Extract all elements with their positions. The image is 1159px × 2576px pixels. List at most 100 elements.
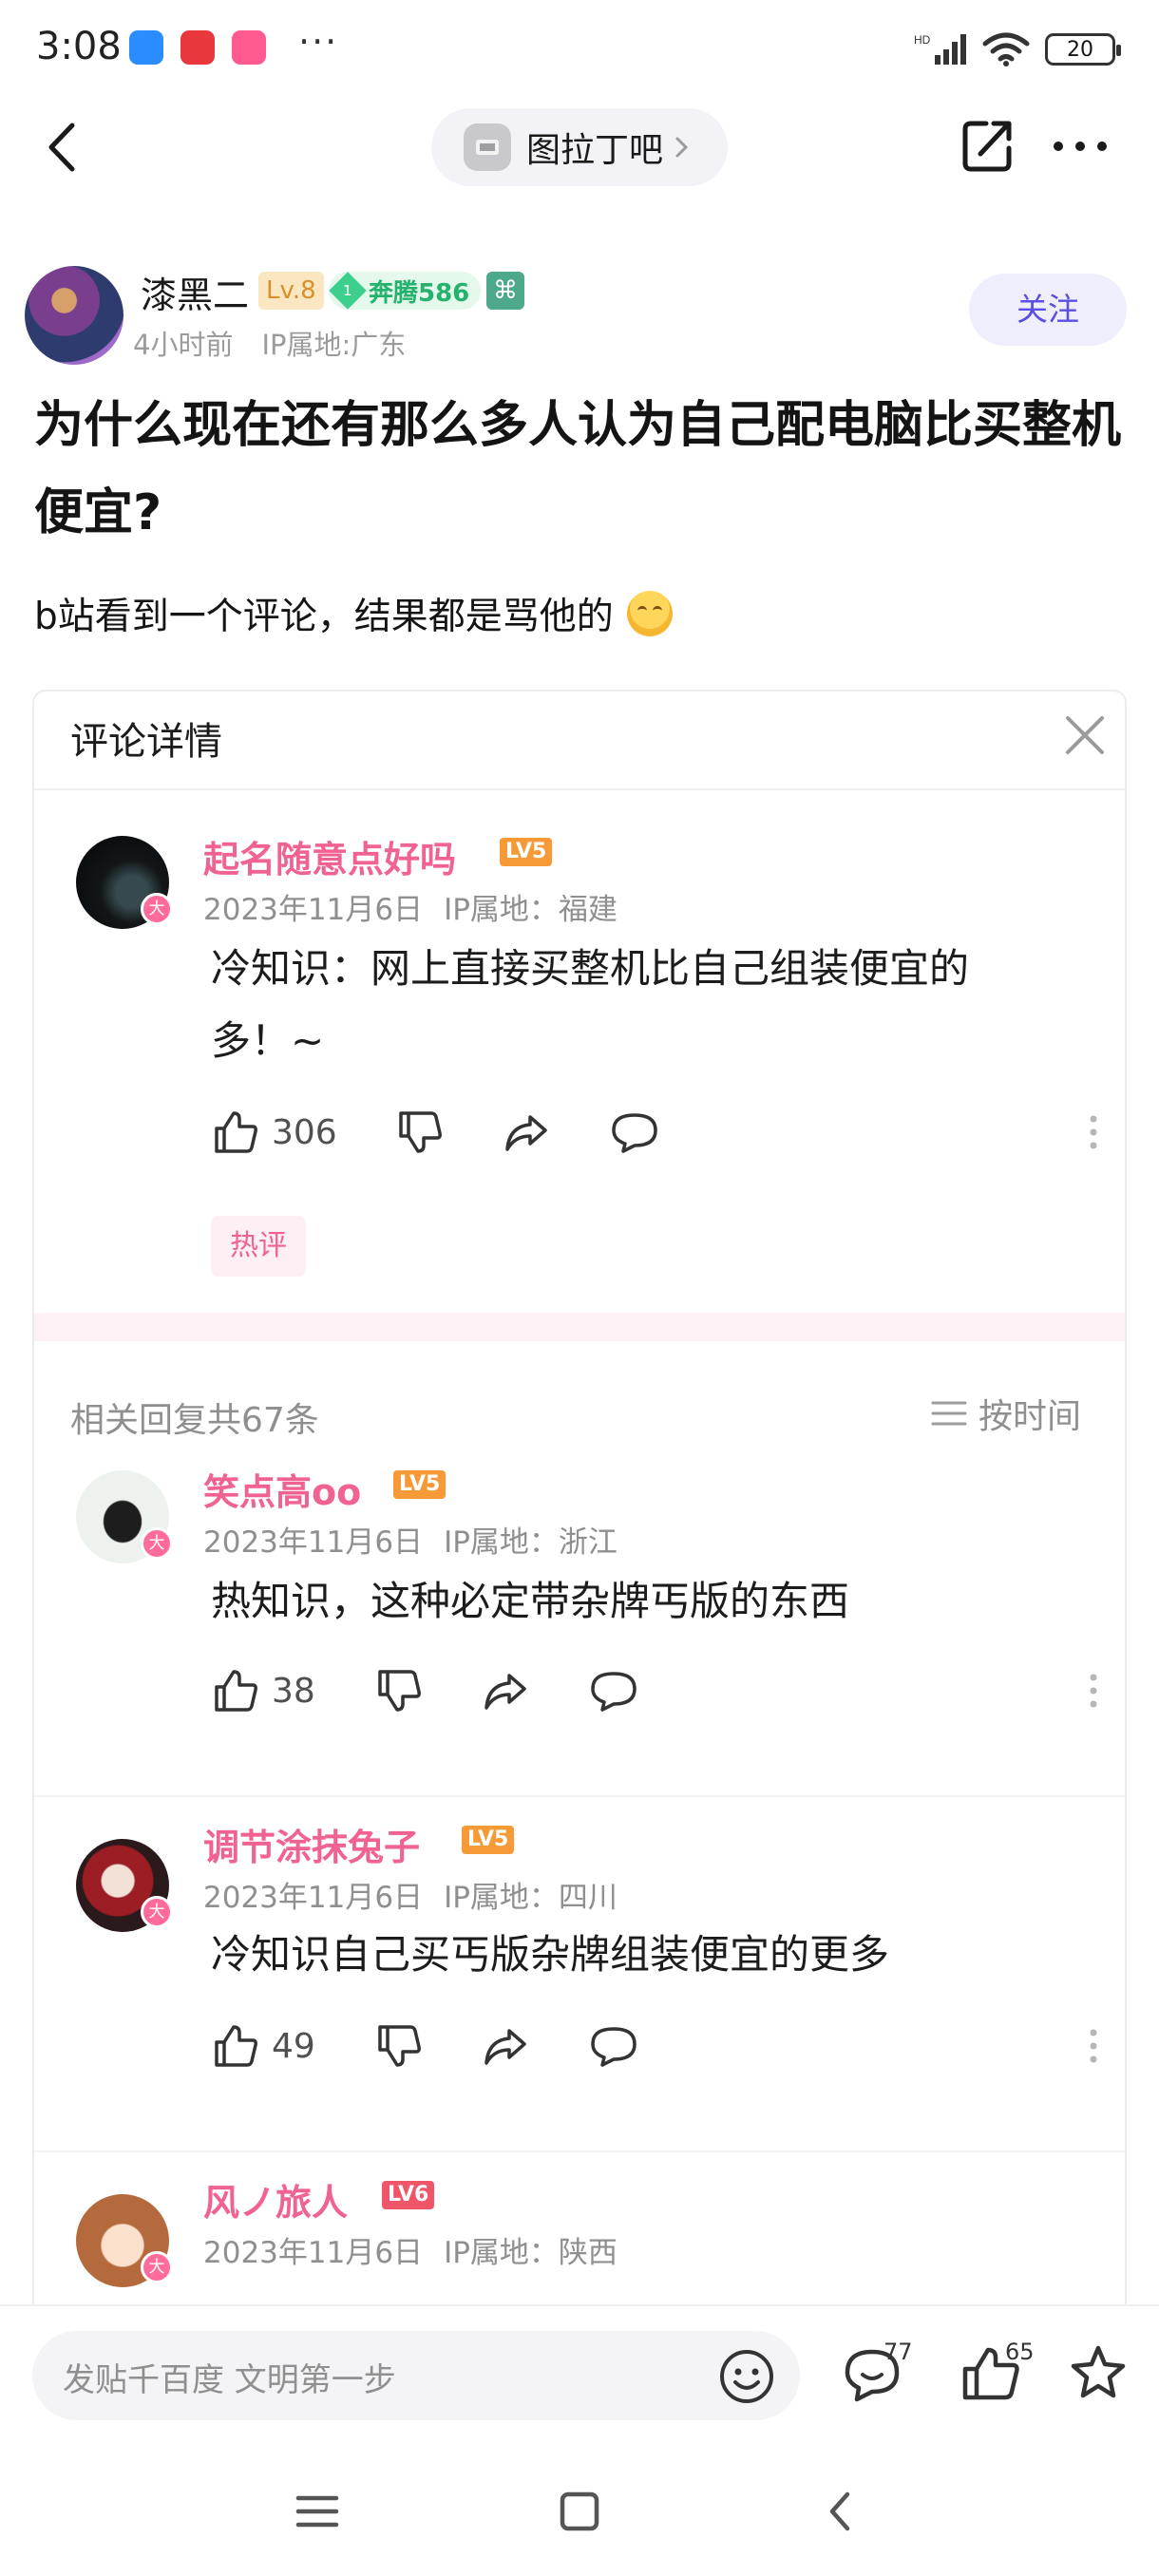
dislike-button: [374, 1666, 481, 1715]
wifi-icon: [982, 32, 1030, 66]
signal-icon: HD: [914, 33, 966, 65]
reply-meta: 2023年11月6日 IP属地：浙江: [203, 1518, 618, 1561]
forum-link[interactable]: 图拉丁吧: [431, 108, 728, 186]
forward-button: [481, 1666, 587, 1715]
app-notification-icon: [232, 30, 266, 65]
post-time: 4小时前: [133, 329, 234, 361]
app-notification-icon: [129, 30, 163, 65]
user-badge-icon: 大: [141, 1896, 173, 1928]
reply-user-name: 笑点高oo: [203, 1471, 362, 1513]
like-button: 306: [211, 1108, 395, 1157]
more-icon[interactable]: [1047, 118, 1113, 175]
section-divider: [34, 1313, 1125, 1341]
menu-icon[interactable]: [289, 2483, 346, 2540]
card-header: 评论详情: [34, 691, 1125, 790]
app-notification-icon: [180, 30, 215, 65]
gem-icon: 1: [329, 272, 367, 310]
author-avatar[interactable]: [25, 266, 124, 365]
reply-user-name: 风ノ旅人: [203, 2182, 349, 2224]
status-indicators: HD 20: [914, 28, 1121, 70]
card-title: 评论详情: [70, 720, 222, 764]
reply-date: 2023年11月6日: [203, 1525, 424, 1560]
emoji-icon[interactable]: [716, 2346, 777, 2407]
sort-button: 按时间: [931, 1389, 1081, 1438]
back-icon[interactable]: [36, 114, 93, 180]
comment-level-badge: LV5: [500, 838, 553, 866]
forward-button: [502, 1108, 608, 1157]
reply-level-badge: LV6: [382, 2181, 435, 2209]
author-name[interactable]: 漆黑二: [141, 266, 249, 318]
system-nav-bar: [0, 2445, 1159, 2576]
grin-emoji-icon: [626, 591, 673, 636]
comment-icon: [591, 1672, 636, 1712]
reply-divider: [34, 2150, 1125, 2152]
comment-text-line: 多！~: [211, 1017, 325, 1064]
dislike-button: [374, 2021, 481, 2071]
user-badge-icon: 大: [141, 893, 173, 925]
dislike-button: [395, 1108, 502, 1157]
forward-icon: [484, 2029, 526, 2065]
post-title: 为什么现在还有那么多人认为自己配电脑比买整机便宜?: [34, 397, 1122, 541]
thumb-up-icon: [215, 1111, 257, 1153]
battery-indicator: 20: [1045, 33, 1121, 66]
reply-ip: IP属地：四川: [444, 1881, 618, 1915]
reply-button: [587, 2021, 694, 2071]
share-icon[interactable]: [958, 116, 1016, 179]
forward-button: [481, 2021, 587, 2071]
forward-icon: [484, 1674, 526, 1710]
member-label: 奔腾586: [369, 278, 470, 308]
post-author: 漆黑二 Lv.8 1 奔腾586 ⌘ 4小时前 IP属地:广东 关注: [0, 258, 1159, 365]
bottom-action-bar: 发贴千百度 文明第一步 77 65: [0, 2304, 1159, 2445]
like-button: 49: [211, 2021, 374, 2071]
thumb-down-icon: [378, 1670, 421, 1712]
sort-label: 按时间: [978, 1397, 1082, 1436]
reply-divider: [34, 1795, 1125, 1797]
forum-name: 图拉丁吧: [526, 131, 664, 170]
forward-icon: [505, 1115, 547, 1151]
hot-comment-tag: 热评: [211, 1216, 306, 1277]
author-ip: IP属地:广东: [261, 329, 407, 361]
thumb-down-icon: [378, 2025, 421, 2067]
back-icon[interactable]: [813, 2483, 870, 2540]
more-vertical-icon: [1090, 1115, 1097, 1149]
star-icon[interactable]: [1064, 2339, 1132, 2407]
follow-button[interactable]: 关注: [969, 274, 1127, 346]
reply-level-badge: LV5: [462, 1826, 515, 1854]
like-count: 49: [272, 2026, 315, 2066]
user-badge-icon: 大: [141, 1527, 173, 1560]
reply-meta: 2023年11月6日 IP属地：四川: [203, 1873, 618, 1916]
more-vertical-icon: [1090, 2029, 1097, 2063]
reply-meta: 2023年11月6日 IP属地：陕西: [203, 2228, 618, 2271]
reply-text: 冷知识自己买丐版杂牌组装便宜的更多: [211, 1931, 890, 1978]
comment-user-name: 起名随意点好吗: [203, 839, 457, 881]
reply-ip: IP属地：陕西: [444, 2236, 618, 2270]
reply-date: 2023年11月6日: [203, 1881, 424, 1915]
home-icon[interactable]: [551, 2483, 608, 2540]
comment-text: 冷知识：网上直接买整机比自己组装便宜的 多！~: [211, 933, 969, 1077]
reply-actions: 49: [211, 2017, 694, 2074]
screenshot-image[interactable]: 评论详情 大 起名随意点好吗 LV5 2023年11月6日 IP属地：福建 冷知识…: [32, 690, 1127, 2323]
reply-date: 2023年11月6日: [203, 2236, 424, 2270]
like-count: 65: [1005, 2339, 1035, 2365]
comment-meta: 2023年11月6日 IP属地：福建: [203, 885, 618, 928]
thumb-up-icon: [215, 2025, 257, 2067]
more-notifications-icon: ···: [298, 21, 339, 63]
status-bar: 3:08 ··· HD 20: [0, 0, 1159, 95]
member-level: 1: [343, 282, 352, 299]
more-vertical-icon: [1090, 1674, 1097, 1708]
thumb-up-icon: [215, 1670, 257, 1712]
author-meta: 4小时前 IP属地:广东: [133, 323, 406, 363]
comment-count: 77: [884, 2339, 913, 2365]
reply-input[interactable]: 发贴千百度 文明第一步: [32, 2331, 800, 2420]
member-badge: 1 奔腾586: [329, 272, 482, 310]
comment-icon: [591, 2027, 636, 2067]
replies-count: 相关回复共67条: [70, 1401, 319, 1440]
comment-date: 2023年11月6日: [203, 893, 424, 927]
reply-input-placeholder: 发贴千百度 文明第一步: [63, 2361, 396, 2399]
thumb-down-icon: [399, 1111, 442, 1153]
top-nav-bar: 图拉丁吧: [0, 95, 1159, 199]
comment-actions: 306: [211, 1104, 714, 1161]
like-count: 38: [272, 1671, 315, 1711]
chevron-right-icon: [675, 137, 689, 158]
forum-avatar-icon: [464, 123, 511, 171]
